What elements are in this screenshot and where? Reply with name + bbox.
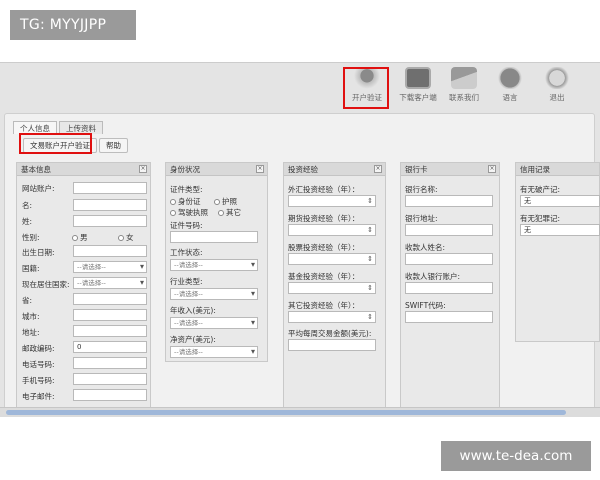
toolbar-item-contact[interactable]: 联系我们 <box>440 67 488 103</box>
close-icon[interactable]: × <box>139 165 147 173</box>
label-stock-exp: 股票投资经验（年）： <box>288 243 360 252</box>
toolbar-item-download[interactable]: 下载客户端 <box>394 67 442 103</box>
label-income: 年收入(美元): <box>170 306 216 315</box>
watermark-label: www.te-dea.com <box>441 441 591 471</box>
label-fund-exp: 基金投资经验（年）： <box>288 272 360 281</box>
bank-name-input[interactable] <box>405 195 493 207</box>
last-name-input[interactable] <box>73 215 147 227</box>
work-status-select[interactable]: --请选择-- <box>170 259 258 271</box>
label-bankruptcy: 有无破产记: <box>520 185 561 194</box>
label-criminal: 有无犯罪记: <box>520 214 561 223</box>
payee-account-input[interactable] <box>405 282 493 294</box>
label-industry: 行业类型: <box>170 277 203 286</box>
income-select[interactable]: --请选择-- <box>170 317 258 329</box>
doc-type-passport-radio[interactable]: 护照 <box>214 196 237 207</box>
other-exp-stepper[interactable] <box>288 311 376 323</box>
first-name-input[interactable] <box>73 199 147 211</box>
stock-exp-stepper[interactable] <box>288 253 376 265</box>
forex-exp-stepper[interactable] <box>288 195 376 207</box>
address-input[interactable] <box>73 325 147 337</box>
label-site-account: 网站账户: <box>22 184 55 193</box>
highlight-box-toolbar <box>343 67 389 109</box>
province-input[interactable] <box>73 293 147 305</box>
bank-title: 银行卡 <box>405 165 428 174</box>
label-networth: 净资产(美元): <box>170 335 216 344</box>
networth-select[interactable]: --请选择-- <box>170 346 258 358</box>
payee-name-input[interactable] <box>405 253 493 265</box>
residence-select[interactable]: --请选择-- <box>73 277 147 289</box>
doc-number-input[interactable] <box>170 231 258 243</box>
swift-input[interactable] <box>405 311 493 323</box>
tg-label: TG: MYYJJPP <box>10 10 136 40</box>
gender-male-radio[interactable]: 男 <box>72 232 88 243</box>
city-input[interactable] <box>73 309 147 321</box>
label-first-name: 名: <box>22 201 33 210</box>
label-city: 城市: <box>22 312 40 321</box>
label-gender: 性别: <box>22 233 40 242</box>
label-email: 电子邮件: <box>22 392 55 401</box>
toolbar-item-language[interactable]: 语言 <box>486 67 534 103</box>
weekly-amount-input[interactable] <box>288 339 376 351</box>
close-icon[interactable]: × <box>256 165 264 173</box>
birthdate-input[interactable] <box>73 245 147 257</box>
credit-title: 信用记录 <box>520 165 550 174</box>
postal-input[interactable]: 0 <box>73 341 147 353</box>
label-doc-type: 证件类型: <box>170 185 203 194</box>
envelope-icon <box>451 67 477 89</box>
globe-icon <box>497 67 523 89</box>
help-button[interactable]: 帮助 <box>99 138 128 153</box>
label-doc-number: 证件号码: <box>170 221 203 230</box>
horizontal-scrollbar[interactable] <box>0 407 600 417</box>
label-futures-exp: 期货投资经验（年）： <box>288 214 360 223</box>
label-forex-exp: 外汇投资经验（年）： <box>288 185 360 194</box>
label-payee-account: 收款人银行账户: <box>405 272 461 281</box>
experience-title: 投资经验 <box>288 165 318 174</box>
doc-type-license-radio[interactable]: 驾驶执照 <box>170 207 208 218</box>
label-swift: SWIFT代码: <box>405 301 446 310</box>
site-account-input[interactable] <box>73 182 147 194</box>
label-mobile: 手机号码: <box>22 376 55 385</box>
tab-bar: 个人信息 上传资料 <box>13 116 105 134</box>
criminal-select[interactable]: 无 <box>520 224 600 236</box>
label-address: 地址: <box>22 328 40 337</box>
close-icon[interactable]: × <box>374 165 382 173</box>
close-icon[interactable]: × <box>488 165 496 173</box>
label-payee-name: 收款人姓名: <box>405 243 446 252</box>
monitor-download-icon <box>405 67 431 89</box>
mobile-input[interactable] <box>73 373 147 385</box>
industry-select[interactable]: --请选择-- <box>170 288 258 300</box>
label-work-status: 工作状态: <box>170 248 203 257</box>
label-other-exp: 其它投资经验（年）： <box>288 301 360 310</box>
gender-female-radio[interactable]: 女 <box>118 232 134 243</box>
doc-type-other-radio[interactable]: 其它 <box>218 207 241 218</box>
bank-address-input[interactable] <box>405 224 493 236</box>
label-bank-name: 银行名称: <box>405 185 438 194</box>
toolbar-item-exit[interactable]: 退出 <box>533 67 581 103</box>
power-icon <box>544 67 570 89</box>
label-province: 省: <box>22 296 33 305</box>
basic-info-title: 基本信息 <box>21 165 51 174</box>
label-birthdate: 出生日期: <box>22 248 55 257</box>
doc-type-id-radio[interactable]: 身份证 <box>170 196 201 207</box>
toolbar: 开户验证 下载客户端 联系我们 语言 退出 <box>0 63 600 109</box>
futures-exp-stepper[interactable] <box>288 224 376 236</box>
email-input[interactable] <box>73 389 147 401</box>
scrollbar-thumb[interactable] <box>6 410 566 415</box>
label-nationality: 国籍: <box>22 264 40 273</box>
label-weekly-amount: 平均每周交易金额(美元): <box>288 329 372 338</box>
highlight-box-open-account <box>19 133 92 154</box>
label-postal: 邮政编码: <box>22 344 55 353</box>
label-phone: 电话号码: <box>22 360 55 369</box>
phone-input[interactable] <box>73 357 147 369</box>
label-last-name: 姓: <box>22 217 33 226</box>
nationality-select[interactable]: --请选择-- <box>73 261 147 273</box>
bankruptcy-select[interactable]: 无 <box>520 195 600 207</box>
label-bank-address: 银行地址: <box>405 214 438 223</box>
identity-title: 身份状况 <box>170 165 200 174</box>
label-residence: 现在居住国家: <box>22 280 70 289</box>
fund-exp-stepper[interactable] <box>288 282 376 294</box>
app-screenshot: 开户验证 下载客户端 联系我们 语言 退出 个人信息 上传资料 文易账户开户验证 … <box>0 62 600 417</box>
